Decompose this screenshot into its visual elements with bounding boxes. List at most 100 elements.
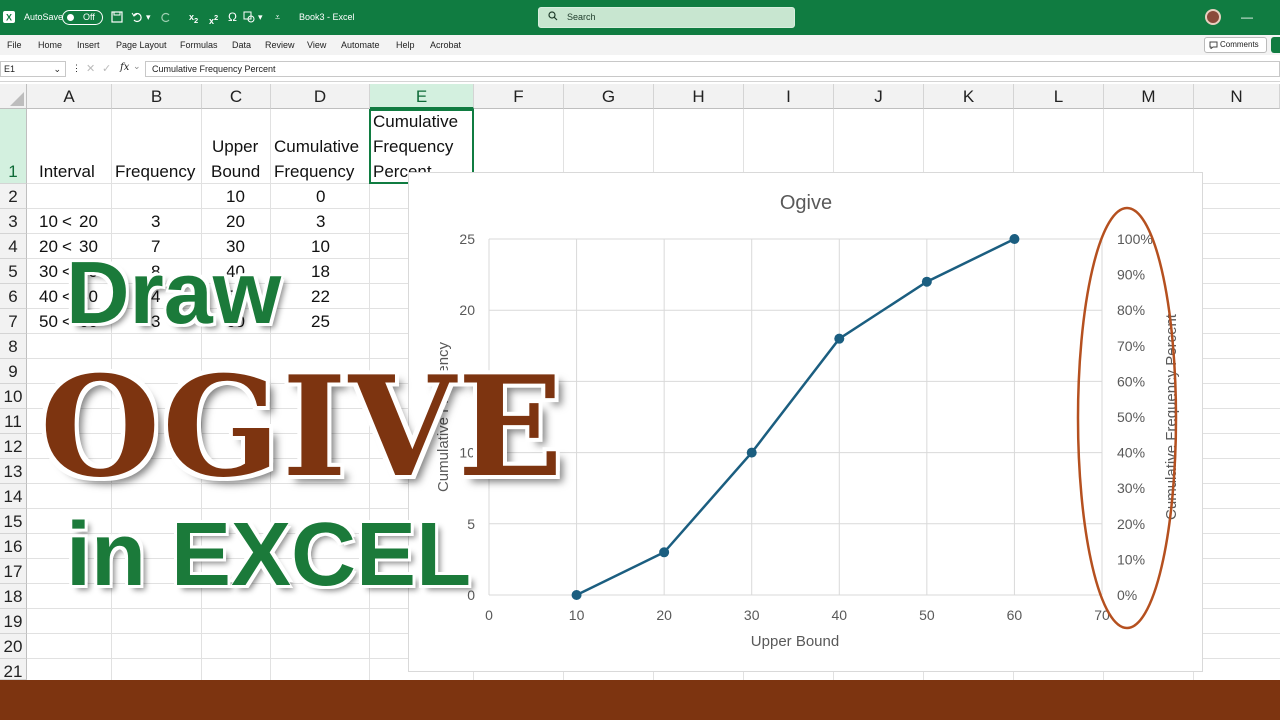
row-header-9[interactable]: 9 [0,359,27,384]
excel-logo-icon[interactable]: X [3,11,15,23]
menu-acrobat[interactable]: Acrobat [430,35,461,55]
y2-tick-label: 0% [1117,587,1137,603]
redo-icon[interactable] [160,11,172,23]
more-options-icon[interactable]: ⋮ [72,63,81,74]
chart-series [571,234,1020,600]
fx-dropdown-icon[interactable]: ⌄ [133,61,141,72]
name-box-dropdown-icon[interactable]: ⌄ [53,62,61,76]
col-header-J[interactable]: J [834,84,924,109]
select-all-corner[interactable] [0,84,27,109]
menu-view[interactable]: View [307,35,326,55]
cell-D6[interactable]: 22 [311,287,330,307]
cell-C1-line2[interactable]: Bound [211,159,260,184]
comments-button[interactable]: Comments [1204,37,1267,53]
cell-D5[interactable]: 18 [311,262,330,282]
col-header-F[interactable]: F [474,84,564,109]
row-header-17[interactable]: 17 [0,559,27,584]
col-header-N[interactable]: N [1194,84,1280,109]
undo-icon[interactable] [131,11,143,23]
y2-tick-label: 80% [1117,302,1145,318]
omega-symbol-icon[interactable]: Ω [228,0,237,35]
share-button[interactable] [1271,37,1280,53]
row-header-20[interactable]: 20 [0,634,27,659]
row-header-12[interactable]: 12 [0,434,27,459]
cell-B1[interactable]: Frequency [115,159,195,184]
row-header-4[interactable]: 4 [0,234,27,259]
cell-A3-low[interactable]: 10 [39,212,58,232]
shapes-icon[interactable] [243,11,255,23]
insert-function-icon[interactable]: fx [120,62,129,73]
menu-help[interactable]: Help [396,35,415,55]
menu-formulas[interactable]: Formulas [180,35,218,55]
col-header-L[interactable]: L [1014,84,1104,109]
menu-data[interactable]: Data [232,35,251,55]
name-box[interactable]: E1 ⌄ [0,61,66,77]
save-icon[interactable] [111,11,123,23]
formula-input[interactable]: Cumulative Frequency Percent [145,61,1280,77]
data-point [834,333,845,344]
cell-C3[interactable]: 20 [226,212,245,232]
menu-review[interactable]: Review [265,35,295,55]
cell-C2[interactable]: 10 [226,187,245,207]
col-header-A[interactable]: A [27,84,112,109]
row-header-21[interactable]: 21 [0,659,27,681]
row-header-14[interactable]: 14 [0,484,27,509]
cell-D7[interactable]: 25 [311,312,330,332]
autosave-toggle[interactable]: Off [62,10,103,25]
row-header-16[interactable]: 16 [0,534,27,559]
col-header-B[interactable]: B [112,84,202,109]
subscript-icon[interactable]: x2 [189,0,198,35]
enter-icon[interactable]: ✓ [102,62,111,75]
col-header-K[interactable]: K [924,84,1014,109]
row-header-13[interactable]: 13 [0,459,27,484]
cell-A5-low[interactable]: 30 [39,262,58,282]
col-header-G[interactable]: G [564,84,654,109]
cell-D1-line1[interactable]: Cumulative [274,134,359,159]
row-header-11[interactable]: 11 [0,409,27,434]
menu-automate[interactable]: Automate [341,35,380,55]
row-header-2[interactable]: 2 [0,184,27,209]
superscript-icon[interactable]: x2 [209,0,218,35]
row-header-5[interactable]: 5 [0,259,27,284]
customize-toolbar-icon[interactable]: ⩡ [275,0,280,35]
row-header-10[interactable]: 10 [0,384,27,409]
cell-B3[interactable]: 3 [151,212,160,232]
shapes-dropdown-icon[interactable]: ▾ [258,0,263,35]
cell-E1-line2[interactable]: Frequency [373,134,453,159]
minimize-icon[interactable]: — [1241,0,1253,35]
menu-page-layout[interactable]: Page Layout [116,35,167,55]
col-header-H[interactable]: H [654,84,744,109]
col-header-C[interactable]: C [202,84,271,109]
y2-tick-label: 50% [1117,409,1145,425]
row-header-7[interactable]: 7 [0,309,27,334]
cell-D2[interactable]: 0 [316,187,325,207]
cell-D4[interactable]: 10 [311,237,330,257]
cell-A6-low[interactable]: 40 [39,287,58,307]
row-header-19[interactable]: 19 [0,609,27,634]
col-header-I[interactable]: I [744,84,834,109]
cell-A3-high[interactable]: 20 [79,212,98,232]
row-header-6[interactable]: 6 [0,284,27,309]
row-header-1[interactable]: 1 [0,109,27,184]
menu-home[interactable]: Home [38,35,62,55]
search-box[interactable]: Search [538,7,795,28]
row-header-3[interactable]: 3 [0,209,27,234]
cell-E1-line1[interactable]: Cumulative [373,109,458,134]
col-header-E[interactable]: E [370,84,474,109]
row-header-15[interactable]: 15 [0,509,27,534]
menu-insert[interactable]: Insert [77,35,100,55]
cancel-icon[interactable]: ✕ [86,62,95,75]
row-header-8[interactable]: 8 [0,334,27,359]
cell-C1-line1[interactable]: Upper [212,134,258,159]
col-header-M[interactable]: M [1104,84,1194,109]
undo-dropdown-icon[interactable]: ▾ [146,0,151,35]
cell-A4-low[interactable]: 20 [39,237,58,257]
row-header-18[interactable]: 18 [0,584,27,609]
cell-A1[interactable]: Interval [39,159,95,184]
cell-D3[interactable]: 3 [316,212,325,232]
cell-A7-low[interactable]: 50 [39,312,58,332]
cell-D1-line2[interactable]: Frequency [274,159,354,184]
avatar[interactable] [1205,9,1221,25]
col-header-D[interactable]: D [271,84,370,109]
menu-file[interactable]: File [7,35,22,55]
